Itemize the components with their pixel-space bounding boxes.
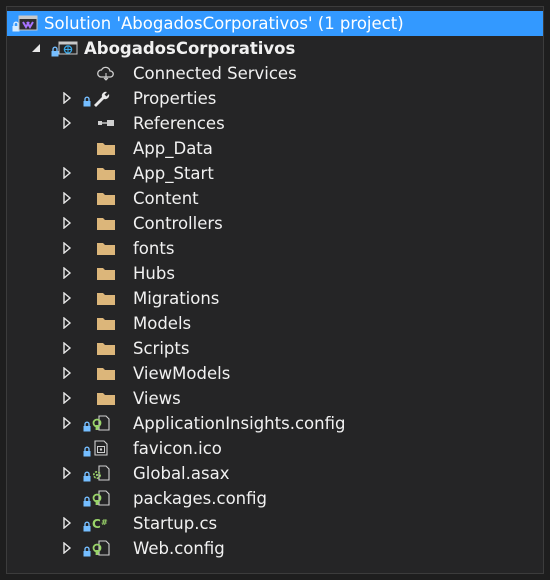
tree-item-scripts[interactable]: Scripts [7,336,543,361]
config-file-icon [90,538,112,558]
solution-node[interactable]: Solution 'AbogadosCorporativos' (1 proje… [7,11,543,36]
folder-icon [95,213,117,233]
tree-item-label: ViewModels [133,364,231,383]
tree-item-label: Migrations [133,289,220,308]
folder-icon [95,388,117,408]
asax-file-icon [90,463,112,483]
project-node[interactable]: AbogadosCorporativos [7,36,543,61]
tree-item-label: Content [133,189,199,208]
tree-item-label: favicon.ico [133,439,222,458]
tree-item-views[interactable]: Views [7,386,543,411]
tree-item-label: Properties [133,89,217,108]
svg-text:C: C [92,517,101,531]
references-icon [95,113,117,133]
folder-icon [95,313,117,333]
folder-icon [95,238,117,258]
tree-item-label: Controllers [133,214,223,233]
tree-item-applicationinsights-config[interactable]: ApplicationInsights.config [7,411,543,436]
tree-item-label: Startup.cs [133,514,218,533]
tree-item-label: ApplicationInsights.config [133,414,346,433]
folder-icon [95,338,117,358]
web-project-icon [57,38,79,58]
tree-item-app-start[interactable]: App_Start [7,161,543,186]
collapsed-triangle-icon[interactable] [61,292,73,304]
collapsed-triangle-icon[interactable] [61,117,73,129]
collapsed-triangle-icon[interactable] [61,317,73,329]
solution-label: Solution 'AbogadosCorporativos' (1 proje… [44,14,404,33]
tree-item-label: Web.config [133,539,225,558]
collapsed-triangle-icon[interactable] [61,192,73,204]
tree-item-packages-config[interactable]: packages.config [7,486,543,511]
tree-item-startup-cs[interactable]: C # Startup.cs [7,511,543,536]
project-label: AbogadosCorporativos [84,39,296,58]
collapsed-triangle-icon[interactable] [61,542,73,554]
folder-icon [95,163,117,183]
tree-item-references[interactable]: References [7,111,543,136]
tree-item-fonts[interactable]: fonts [7,236,543,261]
config-file-icon [90,413,112,433]
expanded-triangle-icon[interactable] [30,42,42,54]
image-file-icon [90,438,112,458]
collapsed-triangle-icon[interactable] [61,92,73,104]
tree-item-label: Scripts [133,339,190,358]
tree-item-app-data[interactable]: App_Data [7,136,543,161]
folder-icon [95,288,117,308]
tree-item-migrations[interactable]: Migrations [7,286,543,311]
tree-item-connected-services[interactable]: Connected Services [7,61,543,86]
folder-icon [95,263,117,283]
tree-item-label: References [133,114,225,133]
tree-item-content[interactable]: Content [7,186,543,211]
tree-item-favicon-ico[interactable]: favicon.ico [7,436,543,461]
folder-icon [95,188,117,208]
folder-icon [95,138,117,158]
tree-item-label: App_Start [133,164,214,183]
tree-item-controllers[interactable]: Controllers [7,211,543,236]
tree-item-label: Connected Services [133,64,297,83]
tree-item-label: Models [133,314,192,333]
tree-item-hubs[interactable]: Hubs [7,261,543,286]
collapsed-triangle-icon[interactable] [61,217,73,229]
collapsed-triangle-icon[interactable] [61,417,73,429]
tree-item-label: packages.config [133,489,267,508]
tree-item-label: Views [133,389,181,408]
config-file-icon [90,488,112,508]
solution-icon [17,13,39,33]
collapsed-triangle-icon[interactable] [61,242,73,254]
collapsed-triangle-icon[interactable] [61,167,73,179]
collapsed-triangle-icon[interactable] [61,342,73,354]
solution-explorer-tree: Solution 'AbogadosCorporativos' (1 proje… [6,6,544,574]
collapsed-triangle-icon[interactable] [61,367,73,379]
tree-item-label: App_Data [133,139,213,158]
collapsed-triangle-icon[interactable] [61,392,73,404]
collapsed-triangle-icon[interactable] [61,467,73,479]
tree-item-viewmodels[interactable]: ViewModels [7,361,543,386]
csharp-file-icon: C # [90,513,112,533]
cloud-connection-icon [95,63,117,83]
tree-item-properties[interactable]: Properties [7,86,543,111]
folder-icon [95,363,117,383]
wrench-icon [90,88,112,108]
tree-item-label: fonts [133,239,175,258]
tree-item-label: Hubs [133,264,175,283]
svg-text:#: # [101,518,108,527]
collapsed-triangle-icon[interactable] [61,267,73,279]
tree-item-label: Global.asax [133,464,230,483]
tree-item-global-asax[interactable]: Global.asax [7,461,543,486]
collapsed-triangle-icon[interactable] [61,517,73,529]
tree-item-web-config[interactable]: Web.config [7,536,543,561]
tree-item-models[interactable]: Models [7,311,543,336]
